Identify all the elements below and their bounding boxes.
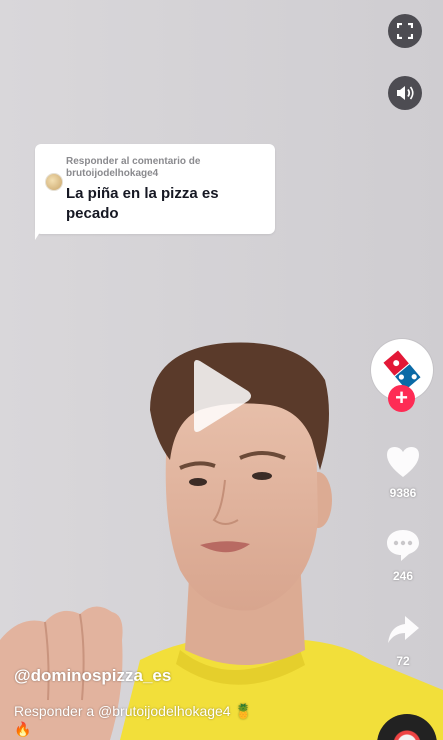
reply-header-user: brutoijodelhokage4 <box>66 168 159 179</box>
comment-button[interactable]: 246 <box>378 528 428 583</box>
video-caption: Responder a @brutoijodelhokage4 🍍 <box>14 703 252 719</box>
follow-button[interactable]: + <box>388 385 415 412</box>
volume-button[interactable] <box>388 76 422 110</box>
reply-header-label: Responder al comentario de <box>66 156 201 167</box>
video-player[interactable]: Responder al comentario de brutoijodelho… <box>0 0 443 740</box>
heart-icon <box>387 447 419 477</box>
comment-count: 246 <box>392 569 414 583</box>
reply-comment-text: La piña en la pizza es pecado <box>66 185 219 222</box>
author-username[interactable]: @dominospizza_es <box>14 666 171 686</box>
commenter-avatar <box>45 173 63 191</box>
plus-icon: + <box>395 385 408 410</box>
reply-header: Responder al comentario de brutoijodelho… <box>66 156 266 180</box>
fullscreen-button[interactable] <box>388 14 422 48</box>
share-button[interactable]: 72 <box>378 613 428 668</box>
share-count: 72 <box>396 654 410 668</box>
share-icon <box>388 616 419 643</box>
play-icon[interactable] <box>188 358 254 434</box>
like-button[interactable]: 9386 <box>378 445 428 500</box>
volume-icon <box>397 86 414 100</box>
like-count: 9386 <box>389 486 417 500</box>
fullscreen-icon <box>397 23 413 39</box>
fire-icon: 🔥 <box>14 721 32 737</box>
comment-icon <box>387 530 419 561</box>
reply-bubble-tail <box>35 226 44 240</box>
